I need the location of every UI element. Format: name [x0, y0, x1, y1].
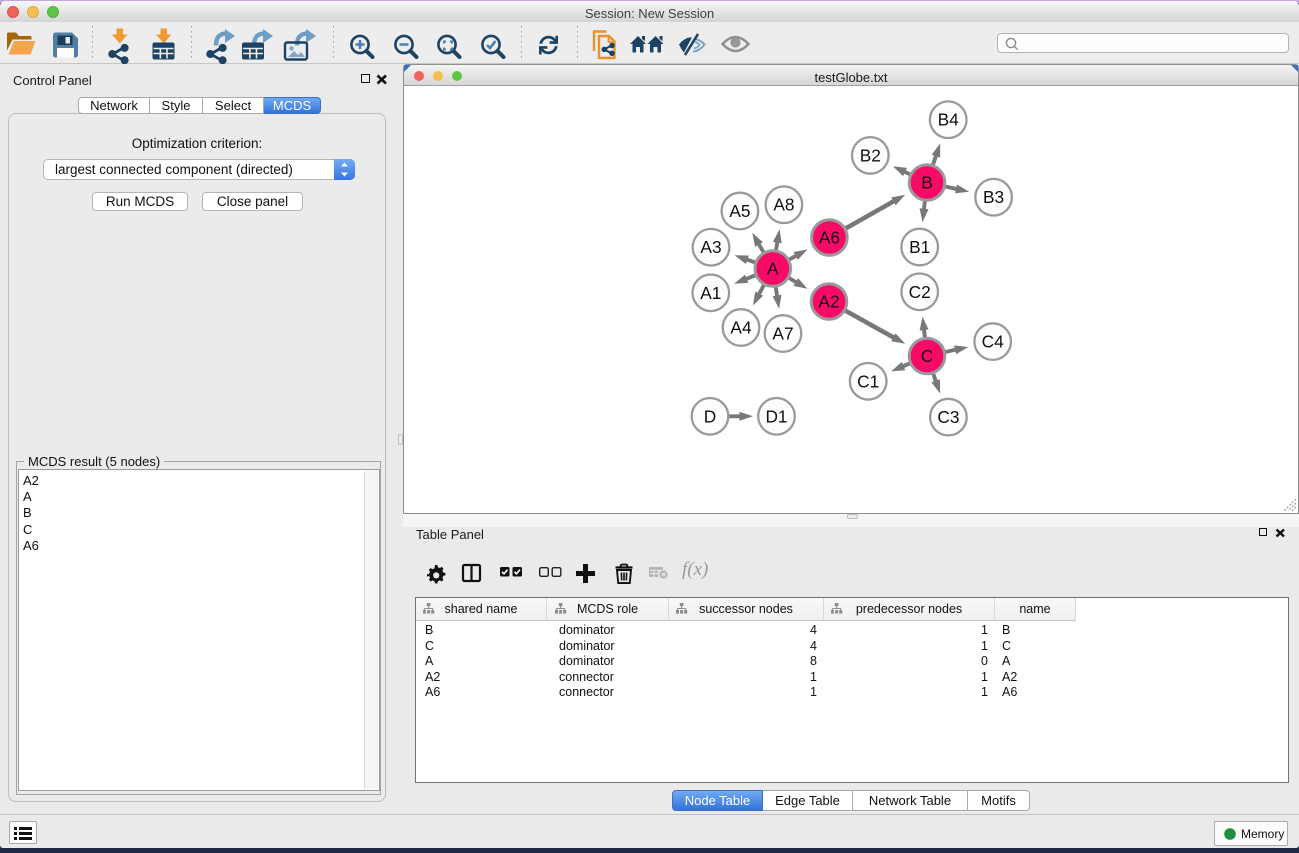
svg-text:A5: A5	[729, 201, 750, 221]
svg-text:A1: A1	[700, 283, 721, 303]
svg-text:B4: B4	[938, 110, 960, 130]
svg-text:B1: B1	[909, 237, 930, 257]
svg-text:A3: A3	[700, 237, 721, 257]
svg-text:A: A	[767, 259, 779, 279]
svg-text:A2: A2	[818, 292, 839, 312]
svg-text:A7: A7	[772, 324, 793, 344]
svg-text:C: C	[921, 346, 933, 366]
svg-text:B2: B2	[860, 145, 881, 165]
svg-text:A6: A6	[819, 228, 840, 248]
svg-text:B3: B3	[983, 187, 1004, 207]
svg-text:B: B	[921, 173, 933, 193]
svg-text:D: D	[704, 406, 716, 426]
svg-text:C4: C4	[982, 332, 1004, 352]
svg-text:C1: C1	[857, 371, 879, 391]
svg-text:A4: A4	[730, 318, 752, 338]
svg-text:C2: C2	[909, 282, 931, 302]
svg-text:C3: C3	[937, 407, 959, 427]
svg-text:D1: D1	[765, 406, 787, 426]
svg-text:A8: A8	[773, 195, 794, 215]
